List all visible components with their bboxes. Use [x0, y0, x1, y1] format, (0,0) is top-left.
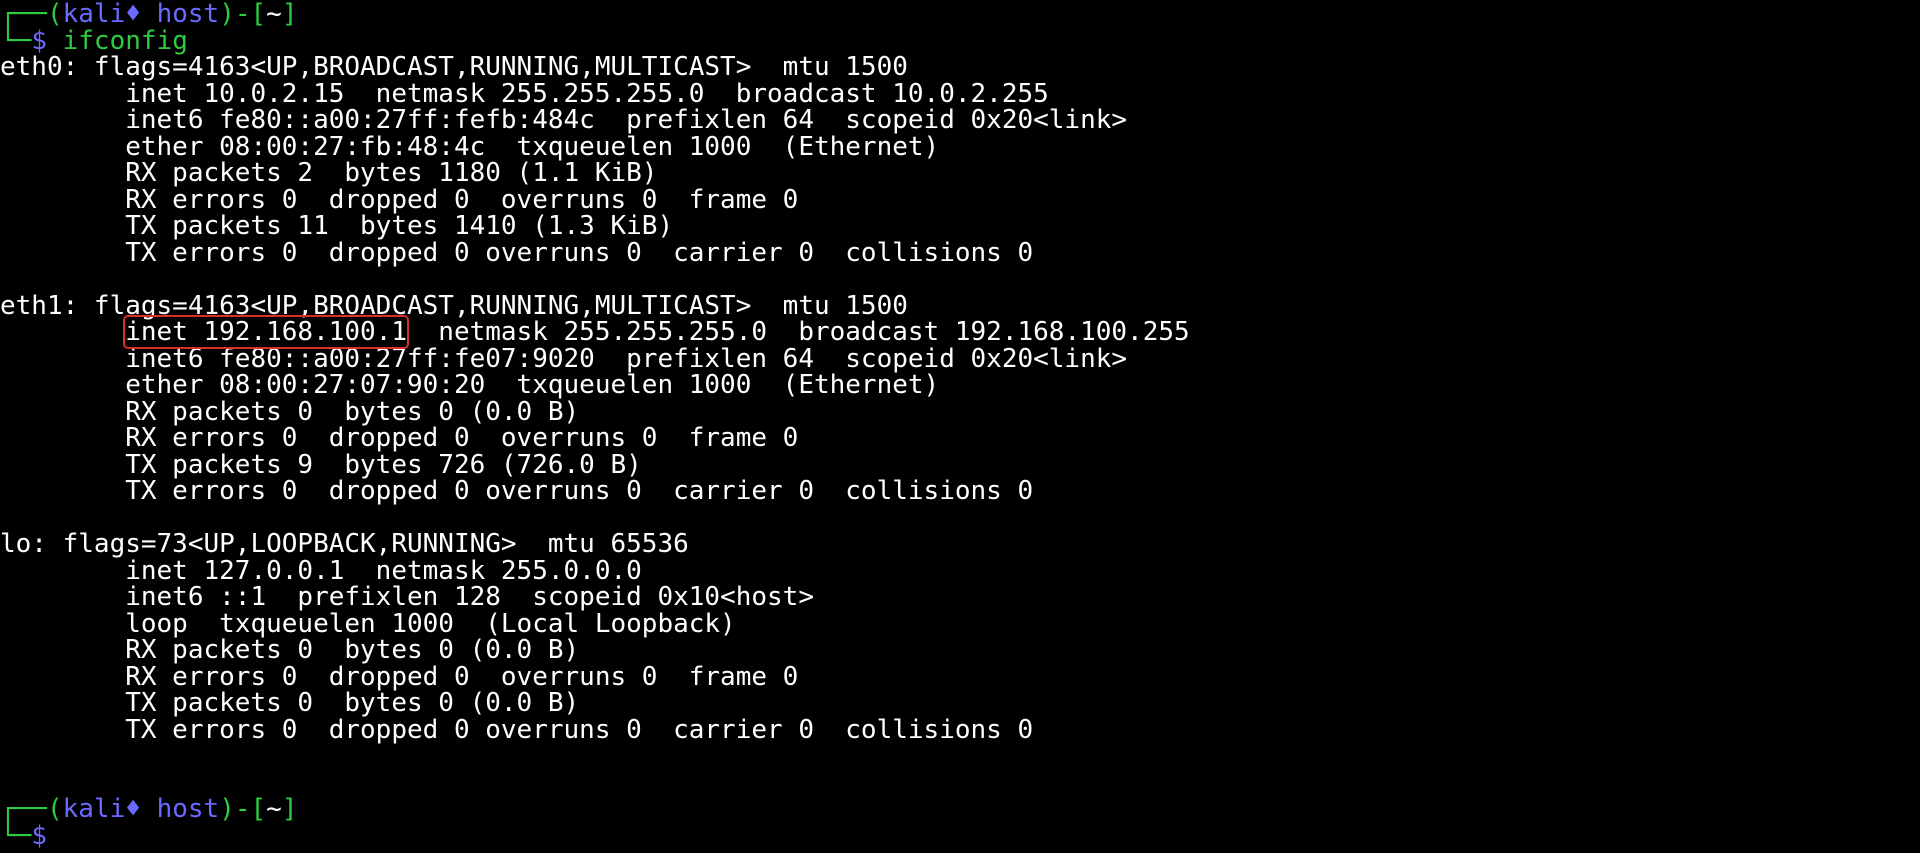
- lo-line: inet 127.0.0.1 netmask 255.0.0.0: [0, 555, 642, 586]
- eth0-header: eth0: flags=4163<UP,BROADCAST,RUNNING,MU…: [0, 52, 908, 82]
- eth1-inet-line: inet 192.168.100.1 netmask 255.255.255.0…: [0, 315, 1920, 349]
- prompt-host: host: [156, 794, 220, 824]
- eth1-line: TX errors 0 dropped 0 overruns 0 carrier…: [0, 476, 1034, 506]
- prompt-dollar: $: [31, 25, 47, 56]
- eth1-line: inet6 fe80::a00:27ff:fe07:9020 prefixlen…: [0, 343, 1128, 374]
- lo-line: RX errors 0 dropped 0 overruns 0 frame 0: [0, 661, 799, 692]
- prompt-path-open: )-[: [219, 0, 267, 29]
- terminal-window[interactable]: ┌──(kali♦ host)-[~] └─$ ifconfig eth0: f…: [0, 0, 1920, 853]
- eth1-line: TX packets 9 bytes 726 (726.0 B): [0, 449, 642, 480]
- eth1-line: RX errors 0 dropped 0 overruns 0 frame 0: [0, 423, 799, 453]
- prompt-path-open: )-[: [219, 794, 267, 824]
- lo-line: TX packets 0 bytes 0 (0.0 B): [0, 688, 580, 718]
- prompt-box-bottom: └─: [0, 25, 32, 56]
- prompt-path-close: ]: [281, 794, 298, 824]
- command-text: ifconfig: [62, 25, 188, 56]
- command-line: └─$ ifconfig: [0, 25, 1920, 56]
- lo-header: lo: flags=73<UP,LOOPBACK,RUNNING> mtu 65…: [0, 529, 689, 559]
- eth0-line: TX packets 11 bytes 1410 (1.3 KiB): [0, 211, 674, 241]
- lo-line: TX errors 0 dropped 0 overruns 0 carrier…: [0, 714, 1034, 745]
- lo-line: RX packets 0 bytes 0 (0.0 B): [0, 635, 580, 665]
- eth0-line: RX errors 0 dropped 0 overruns 0 frame 0: [0, 184, 799, 215]
- eth1-line: ether 08:00:27:07:90:20 txqueuelen 1000 …: [0, 370, 940, 400]
- prompt-path: ~: [266, 794, 282, 824]
- lo-line: inet6 ::1 prefixlen 128 scopeid 0x10<hos…: [0, 582, 814, 612]
- eth0-line: ether 08:00:27:fb:48:4c txqueuelen 1000 …: [0, 131, 940, 162]
- prompt-path-close: ]: [281, 0, 298, 29]
- prompt-path: ~: [266, 0, 282, 29]
- eth1-inet-highlight: inet 192.168.100.1: [123, 315, 409, 349]
- eth0-line: inet 10.0.2.15 netmask 255.255.255.0 bro…: [0, 78, 1049, 109]
- prompt-line-top: ┌──(kali♦ host)-[~]: [0, 796, 1920, 823]
- prompt-box-top: ┌──(: [0, 794, 63, 824]
- prompt-line-top: ┌──(kali♦ host)-[~]: [0, 1, 1920, 28]
- prompt-separator-icon: ♦: [125, 794, 141, 824]
- lo-line: loop txqueuelen 1000 (Local Loopback): [0, 608, 736, 639]
- eth1-line: RX packets 0 bytes 0 (0.0 B): [0, 396, 580, 427]
- eth0-line: inet6 fe80::a00:27ff:fefb:484c prefixlen…: [0, 105, 1128, 135]
- prompt-box-bottom: └─: [0, 820, 32, 851]
- eth1-inet-rest: netmask 255.255.255.0 broadcast 192.168.…: [407, 317, 1190, 347]
- eth1-inet-indent: [0, 317, 125, 347]
- prompt-user: kali: [62, 794, 126, 824]
- prompt-dollar: $: [31, 820, 47, 851]
- active-command-line[interactable]: └─$: [0, 820, 1920, 851]
- eth0-line: TX errors 0 dropped 0 overruns 0 carrier…: [0, 237, 1034, 268]
- eth1-header: eth1: flags=4163<UP,BROADCAST,RUNNING,MU…: [0, 290, 908, 321]
- eth0-line: RX packets 2 bytes 1180 (1.1 KiB): [0, 158, 658, 188]
